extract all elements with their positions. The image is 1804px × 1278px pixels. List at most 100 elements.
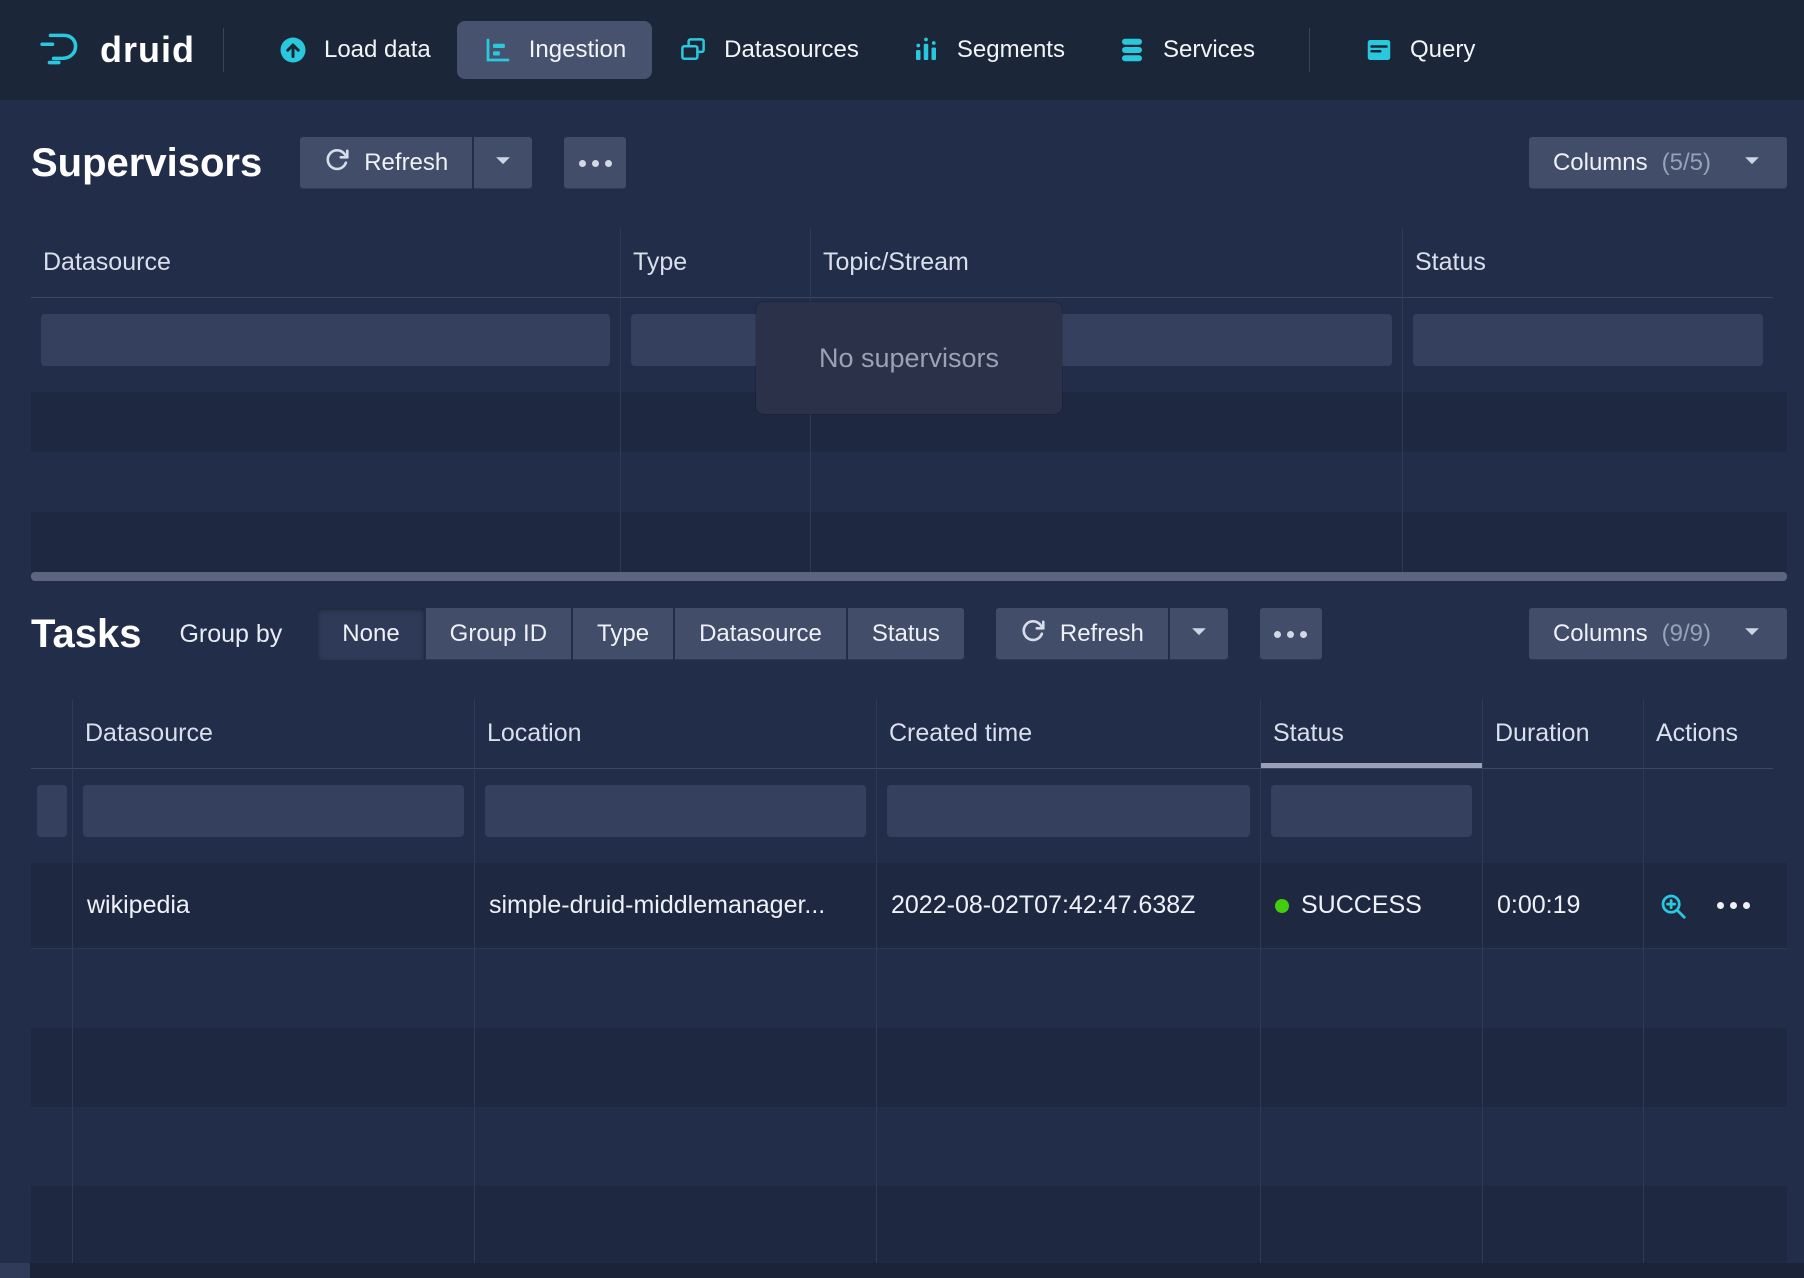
empty-row bbox=[31, 512, 1787, 572]
group-by-datasource-button[interactable]: Datasource bbox=[675, 608, 846, 660]
group-by-type-button[interactable]: Type bbox=[573, 608, 673, 660]
column-header-actions[interactable]: Actions bbox=[1644, 699, 1773, 769]
empty-cell bbox=[1644, 1107, 1773, 1186]
nav-item-ingestion[interactable]: Ingestion bbox=[457, 21, 652, 79]
columns-label: Columns bbox=[1553, 620, 1648, 648]
nav-item-datasources[interactable]: Datasources bbox=[652, 21, 885, 79]
services-icon bbox=[1117, 35, 1147, 65]
column-header-created-time[interactable]: Created time bbox=[877, 699, 1261, 769]
column-header-datasource[interactable]: Datasource bbox=[73, 699, 475, 769]
caret-down-icon bbox=[1188, 620, 1210, 649]
nav-item-segments[interactable]: Segments bbox=[885, 21, 1091, 79]
empty-cell bbox=[1261, 1028, 1483, 1107]
row-cell-location: simple-druid-middlemanager... bbox=[475, 863, 877, 948]
magnifier-plus-icon[interactable] bbox=[1658, 891, 1688, 921]
column-header-topic-stream[interactable]: Topic/Stream bbox=[811, 228, 1403, 298]
filter-cell bbox=[31, 298, 621, 392]
created-time-filter-input[interactable] bbox=[887, 785, 1250, 837]
nav-item-label: Ingestion bbox=[529, 36, 626, 64]
supervisors-more-button[interactable] bbox=[564, 137, 626, 189]
tasks-hscrollbar-track[interactable] bbox=[0, 1263, 1804, 1278]
more-icon bbox=[576, 160, 615, 167]
empty-cell bbox=[475, 949, 877, 1028]
status-text: SUCCESS bbox=[1301, 891, 1422, 920]
tasks-filter-row bbox=[31, 769, 1787, 863]
no-supervisors-message: No supervisors bbox=[756, 302, 1062, 414]
filter-cell bbox=[31, 769, 73, 863]
refresh-icon bbox=[324, 147, 350, 180]
empty-cell bbox=[31, 1028, 73, 1107]
supervisors-title: Supervisors bbox=[31, 141, 262, 186]
nav-item-label: Datasources bbox=[724, 36, 859, 64]
empty-cell bbox=[1261, 949, 1483, 1028]
empty-cell bbox=[1483, 1107, 1644, 1186]
supervisors-toolbar: Supervisors Refresh Columns (5/5) bbox=[31, 134, 1787, 192]
empty-cell bbox=[475, 1107, 877, 1186]
group-by-group-id-button[interactable]: Group ID bbox=[426, 608, 571, 660]
empty-cell bbox=[1403, 452, 1773, 512]
nav-item-services[interactable]: Services bbox=[1091, 21, 1281, 79]
filter-cell bbox=[73, 769, 475, 863]
empty-cell bbox=[73, 1107, 475, 1186]
supervisors-columns-button[interactable]: Columns (5/5) bbox=[1529, 137, 1787, 189]
location-filter-input[interactable] bbox=[485, 785, 866, 837]
group-by-none-button[interactable]: None bbox=[318, 608, 423, 660]
column-header-datasource[interactable]: Datasource bbox=[31, 228, 621, 298]
empty-cell bbox=[877, 1107, 1261, 1186]
empty-cell bbox=[877, 1028, 1261, 1107]
supervisors-table: Datasource Type Topic/Stream Status No s… bbox=[31, 228, 1787, 572]
supervisors-refresh-group: Refresh bbox=[300, 137, 532, 189]
brand[interactable]: druid bbox=[40, 29, 195, 71]
row-more-actions-icon[interactable] bbox=[1714, 902, 1753, 909]
nav-divider bbox=[223, 28, 224, 72]
tasks-refresh-button[interactable]: Refresh bbox=[996, 608, 1168, 660]
tasks-hscrollbar-thumb[interactable] bbox=[0, 1263, 30, 1278]
empty-cell bbox=[1483, 949, 1644, 1028]
empty-cell bbox=[1644, 949, 1773, 1028]
empty-cell bbox=[1261, 1186, 1483, 1265]
datasource-filter-input[interactable] bbox=[41, 314, 610, 366]
tasks-toolbar: Tasks Group by None Group ID Type Dataso… bbox=[31, 605, 1787, 663]
group-by-control: None Group ID Type Datasource Status bbox=[318, 608, 964, 660]
status-filter-input[interactable] bbox=[1271, 785, 1472, 837]
empty-cell bbox=[621, 452, 811, 512]
row-cell-status: SUCCESS bbox=[1261, 863, 1483, 948]
column-header-status[interactable]: Status bbox=[1403, 228, 1773, 298]
empty-cell bbox=[31, 1186, 73, 1265]
tasks-columns-button[interactable]: Columns (9/9) bbox=[1529, 608, 1787, 660]
nav-item-load-data[interactable]: Load data bbox=[252, 21, 457, 79]
row-cell-created-time: 2022-08-02T07:42:47.638Z bbox=[877, 863, 1261, 948]
tasks-more-button[interactable] bbox=[1260, 608, 1322, 660]
nav-item-label: Load data bbox=[324, 36, 431, 64]
ingestion-icon bbox=[483, 35, 513, 65]
row-cell-actions bbox=[1644, 863, 1773, 948]
columns-count: (5/5) bbox=[1662, 149, 1711, 177]
datasource-filter-input[interactable] bbox=[83, 785, 464, 837]
more-icon bbox=[1271, 631, 1310, 638]
empty-cell bbox=[1644, 1186, 1773, 1265]
empty-cell bbox=[1403, 512, 1773, 572]
empty-cell bbox=[73, 949, 475, 1028]
hidden-column-filter-input[interactable] bbox=[37, 785, 67, 837]
column-header-duration[interactable]: Duration bbox=[1483, 699, 1644, 769]
empty-cell bbox=[475, 1028, 877, 1107]
group-by-status-button[interactable]: Status bbox=[848, 608, 964, 660]
status-filter-input[interactable] bbox=[1413, 314, 1763, 366]
tasks-refresh-dropdown-button[interactable] bbox=[1170, 608, 1228, 660]
cloud-upload-icon bbox=[278, 35, 308, 65]
filter-cell bbox=[1644, 769, 1773, 863]
filter-cell bbox=[475, 769, 877, 863]
supervisors-refresh-dropdown-button[interactable] bbox=[474, 137, 532, 189]
column-header-status[interactable]: Status bbox=[1261, 699, 1483, 769]
column-header-type[interactable]: Type bbox=[621, 228, 811, 298]
refresh-label: Refresh bbox=[364, 149, 448, 177]
supervisors-refresh-button[interactable]: Refresh bbox=[300, 137, 472, 189]
columns-label: Columns bbox=[1553, 149, 1648, 177]
task-row-wikipedia[interactable]: wikipedia simple-druid-middlemanager... … bbox=[31, 863, 1787, 949]
tasks-title: Tasks bbox=[31, 612, 141, 657]
supervisors-hscrollbar[interactable] bbox=[31, 572, 1787, 581]
refresh-label: Refresh bbox=[1060, 620, 1144, 648]
nav-item-query[interactable]: Query bbox=[1338, 21, 1501, 79]
column-header-location[interactable]: Location bbox=[475, 699, 877, 769]
empty-cell bbox=[1483, 1186, 1644, 1265]
